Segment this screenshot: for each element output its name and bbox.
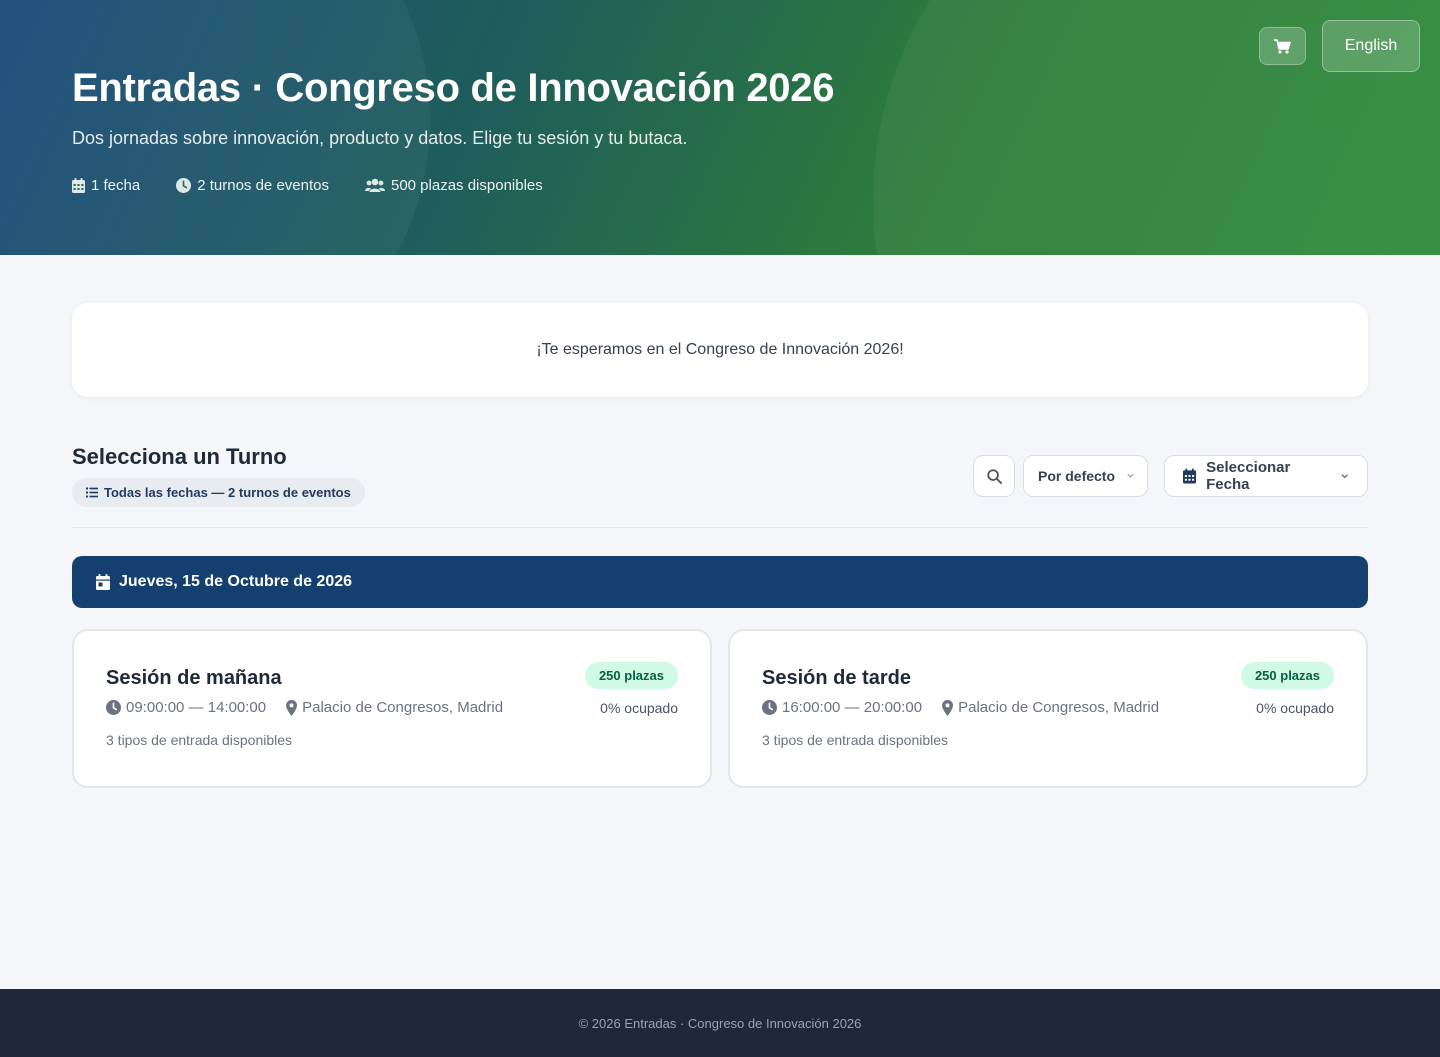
- stat-dates: 1 fecha: [72, 177, 140, 194]
- stat-seats: 500 plazas disponibles: [364, 177, 543, 194]
- section-title: Selecciona un Turno: [72, 444, 287, 469]
- page-title: Entradas · Congreso de Innovación 2026: [72, 66, 835, 110]
- date-select-label: Seleccionar Fecha: [1206, 459, 1291, 493]
- capacity-badge: 250 plazas: [584, 662, 678, 689]
- session-time-label: 16:00:00 — 20:00:00: [782, 699, 923, 716]
- sort-select-value: Por defecto: [1038, 468, 1116, 484]
- session-location-label: Palacio de Congresos, Madrid: [302, 699, 504, 716]
- session-card-afternoon[interactable]: Sesión de tarde 16:00:00 — 20:00:00 Pala…: [728, 629, 1368, 788]
- session-time: 16:00:00 — 20:00:00: [762, 699, 922, 716]
- section-divider: [72, 527, 1368, 528]
- session-ticket-types: 3 tipos de entrada disponibles: [762, 732, 949, 748]
- session-time-label: 09:00:00 — 14:00:00: [126, 699, 267, 716]
- hero-stats: 1 fecha 2 turnos de eventos 500 plazas d…: [72, 177, 543, 194]
- map-pin-icon: [286, 699, 298, 716]
- session-title: Sesión de tarde: [762, 667, 911, 689]
- session-meta: 16:00:00 — 20:00:00 Palacio de Congresos…: [762, 699, 1159, 716]
- clock-icon: [176, 178, 192, 193]
- users-icon: [364, 178, 385, 192]
- session-ticket-types: 3 tipos de entrada disponibles: [106, 732, 293, 748]
- cart-icon: [1274, 38, 1291, 54]
- session-location: Palacio de Congresos, Madrid: [942, 699, 1159, 716]
- session-location-label: Palacio de Congresos, Madrid: [958, 699, 1160, 716]
- map-pin-icon: [942, 699, 954, 716]
- stat-seats-label: 500 plazas disponibles: [390, 177, 543, 194]
- list-icon: [86, 487, 98, 498]
- date-select[interactable]: Seleccionar Fecha: [1164, 455, 1368, 497]
- chevron-down-icon: [1341, 474, 1348, 479]
- stat-dates-label: 1 fecha: [91, 177, 141, 194]
- occupancy-text: 0% ocupado: [600, 700, 678, 716]
- hero-banner: Entradas · Congreso de Innovación 2026 D…: [0, 0, 1440, 255]
- search-icon: [986, 468, 1002, 484]
- stat-shifts-label: 2 turnos de eventos: [197, 177, 329, 194]
- session-meta: 09:00:00 — 14:00:00 Palacio de Congresos…: [106, 699, 503, 716]
- date-group-header: Jueves, 15 de Octubre de 2026: [72, 556, 1368, 608]
- stat-shifts: 2 turnos de eventos: [176, 177, 329, 194]
- cart-button[interactable]: [1259, 27, 1306, 65]
- calendar-icon: [1183, 468, 1197, 484]
- calendar-day-icon: [96, 574, 110, 590]
- welcome-card: ¡Te esperamos en el Congreso de Innovaci…: [72, 303, 1368, 397]
- capacity-badge: 250 plazas: [1240, 662, 1334, 689]
- language-button[interactable]: English: [1322, 20, 1420, 72]
- footer-text: © 2026 Entradas · Congreso de Innovación…: [578, 1015, 862, 1031]
- sort-select[interactable]: Por defecto: [1023, 455, 1148, 497]
- occupancy-text: 0% ocupado: [1256, 700, 1334, 716]
- chevron-down-icon: [1127, 473, 1134, 478]
- session-title: Sesión de mañana: [106, 667, 282, 689]
- calendar-icon: [72, 178, 85, 193]
- clock-icon: [106, 700, 121, 715]
- welcome-message: ¡Te esperamos en el Congreso de Innovaci…: [536, 341, 904, 358]
- session-card-morning[interactable]: Sesión de mañana 09:00:00 — 14:00:00 Pal…: [72, 629, 712, 788]
- session-time: 09:00:00 — 14:00:00: [106, 699, 266, 716]
- session-location: Palacio de Congresos, Madrid: [286, 699, 503, 716]
- filter-pill: Todas las fechas — 2 turnos de eventos: [72, 478, 365, 507]
- page-subtitle: Dos jornadas sobre innovación, producto …: [72, 128, 688, 148]
- footer: © 2026 Entradas · Congreso de Innovación…: [0, 989, 1440, 1057]
- clock-icon: [762, 700, 777, 715]
- filter-pill-label: Todas las fechas — 2 turnos de eventos: [104, 485, 351, 500]
- date-group-label: Jueves, 15 de Octubre de 2026: [119, 573, 353, 590]
- search-button[interactable]: [973, 455, 1015, 497]
